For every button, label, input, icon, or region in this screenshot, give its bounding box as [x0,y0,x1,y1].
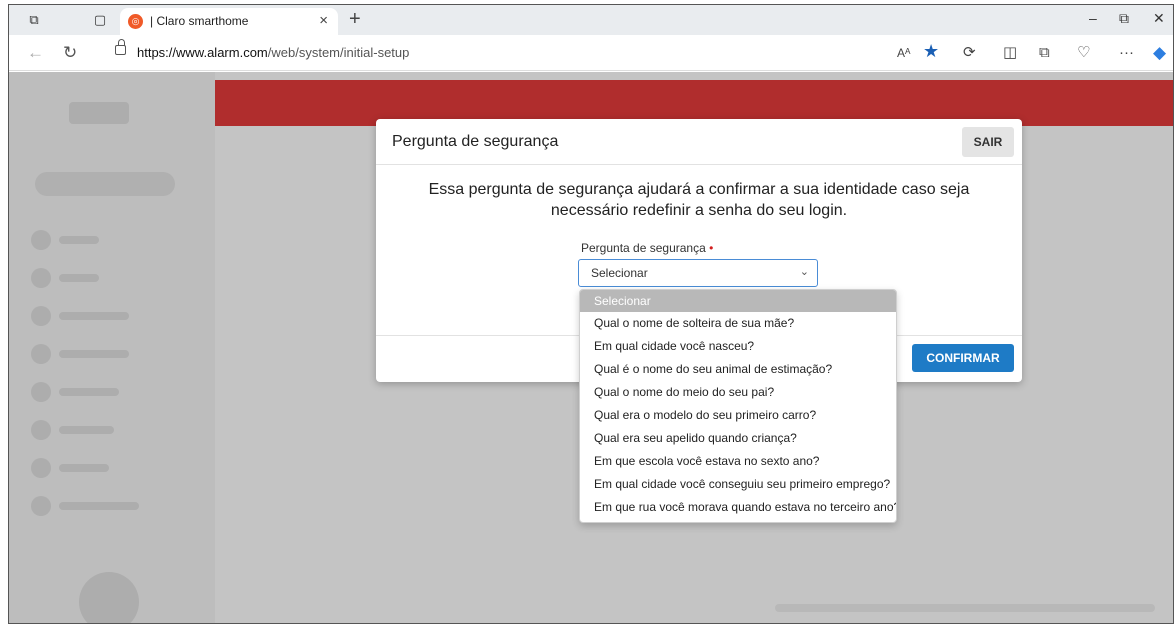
sidebar-icon-placeholder [31,344,51,364]
tab-actions-icon[interactable]: ▢ [91,11,109,29]
extensions-icon[interactable]: ⟳ [963,43,976,63]
sidebar-icon-placeholder [31,496,51,516]
sidebar-text-placeholder [59,464,109,472]
tab-bar: ⧉ ▢ ◎ | Claro smarthome × + – ⧉ ✕ [9,5,1173,35]
dropdown-option[interactable]: Em qual cidade você nasceu? [580,335,896,358]
footer-placeholder [775,604,1155,612]
sidebar-text-placeholder [59,502,139,510]
minimize-button[interactable]: – [1089,10,1097,26]
refresh-icon[interactable]: ↻ [63,43,77,63]
sidebar-text-placeholder [59,274,99,282]
security-question-select[interactable]: Selecionar ⌄ [578,259,818,287]
chevron-down-icon: ⌄ [799,266,809,278]
new-tab-button[interactable]: + [349,8,361,30]
address-bar: ← ↻ https://www.alarm.com/web/system/ini… [9,35,1173,71]
dropdown-option[interactable]: Em qual cidade você conseguiu seu primei… [580,473,896,496]
sidebar-icon-placeholder [31,306,51,326]
dropdown-option[interactable]: Qual era seu apelido quando criança? [580,427,896,450]
sidebar-text-placeholder [59,312,129,320]
sidebar-text-placeholder [59,388,119,396]
tab-close-icon[interactable]: × [319,12,328,29]
claro-favicon-icon: ◎ [128,14,143,29]
dropdown-option[interactable]: Qual o nome de solteira de sua mãe? [580,312,896,335]
url-path: /web/system/initial-setup [267,45,410,60]
more-icon[interactable]: ··· [1119,43,1134,63]
browser-window: ⧉ ▢ ◎ | Claro smarthome × + – ⧉ ✕ ← ↻ ht… [8,4,1174,624]
required-indicator: • [709,241,714,255]
url-field[interactable]: https://www.alarm.com/web/system/initial… [97,39,897,66]
dropdown-option[interactable]: Selecionar [580,290,896,312]
dropdown-option[interactable]: Qual o nome do meio do seu pai? [580,381,896,404]
copilot-icon[interactable]: ◆ [1153,43,1166,63]
split-screen-icon[interactable]: ◫ [1003,43,1017,63]
restore-button[interactable]: ⧉ [1119,10,1129,27]
security-question-label: Pergunta de segurança • [581,241,713,255]
workspaces-icon[interactable]: ⧉ [25,11,43,29]
sidebar-icon-placeholder [31,268,51,288]
exit-button[interactable]: SAIR [962,127,1014,157]
confirm-button[interactable]: CONFIRMAR [912,344,1014,372]
read-aloud-icon[interactable]: Aᴬ [897,43,910,63]
sidebar-text-placeholder [59,350,129,358]
browser-essentials-icon[interactable]: ♡ [1077,43,1090,63]
url-domain: https://www.alarm.com [137,45,268,60]
lock-icon[interactable] [115,39,126,55]
avatar-placeholder [79,572,139,623]
url-text: https://www.alarm.com/web/system/initial… [137,45,409,60]
sidebar-text-placeholder [59,426,114,434]
sidebar-icon-placeholder [31,382,51,402]
sidebar-button-placeholder [35,172,175,196]
back-icon[interactable]: ← [27,43,44,63]
close-window-button[interactable]: ✕ [1153,10,1165,27]
dropdown-option[interactable]: Qual era o modelo do seu primeiro carro? [580,404,896,427]
app-sidebar [9,72,215,623]
select-value: Selecionar [591,266,648,280]
modal-title: Pergunta de segurança [392,133,559,150]
collections-icon[interactable]: ⧉ [1039,43,1050,63]
dropdown-option[interactable]: Em que rua você morava quando estava no … [580,496,896,519]
field-label-text: Pergunta de segurança [581,241,706,255]
tab-title: | Claro smarthome [150,14,249,28]
sidebar-text-placeholder [59,236,99,244]
tab-claro-smarthome[interactable]: ◎ | Claro smarthome × [120,8,338,35]
dropdown-option[interactable]: Qual é o nome do seu animal de estimação… [580,358,896,381]
sidebar-icon-placeholder [31,420,51,440]
sidebar-icon-placeholder [31,458,51,478]
favorite-star-icon[interactable]: ★ [923,41,939,61]
modal-header: Pergunta de segurança SAIR [376,119,1022,165]
logo-placeholder [69,102,129,124]
dropdown-option[interactable]: Em que escola você estava no sexto ano? [580,450,896,473]
modal-description: Essa pergunta de segurança ajudará a con… [428,181,970,219]
sidebar-icon-placeholder [31,230,51,250]
security-question-dropdown: Selecionar Qual o nome de solteira de su… [579,289,897,523]
